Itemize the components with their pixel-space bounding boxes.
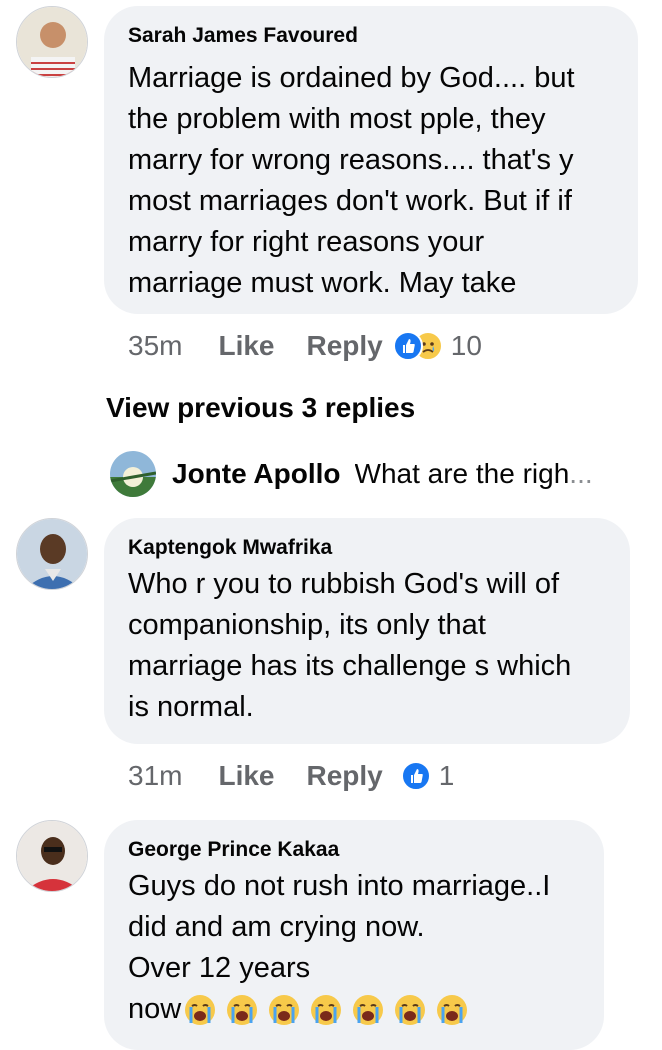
comment-actions: 31m Like Reply 1 bbox=[128, 760, 454, 792]
comment-author[interactable]: Sarah James Favoured bbox=[128, 24, 358, 48]
loudly-crying-face-icon bbox=[395, 995, 426, 1026]
comment-line: the problem with most pple, they bbox=[128, 103, 546, 135]
comment-author[interactable]: Kaptengok Mwafrika bbox=[128, 536, 332, 560]
comment-bubble: Kaptengok Mwafrika Who r you to rubbish … bbox=[104, 518, 630, 744]
comment-line: marriage must work. May take bbox=[128, 267, 517, 299]
like-icon bbox=[392, 331, 423, 361]
loudly-crying-face-icon bbox=[185, 995, 216, 1026]
reaction-summary[interactable]: 1 bbox=[400, 760, 455, 792]
comment-timestamp[interactable]: 35m bbox=[128, 330, 182, 362]
reply-snippet: What are the righ bbox=[354, 458, 570, 489]
comment-actions: 35m Like Reply 10 bbox=[128, 330, 482, 362]
comment-line: Over 12 years bbox=[128, 952, 311, 984]
comment-text: Who r you to rubbish God's will of compa… bbox=[128, 564, 571, 728]
comment-line: marry for right reasons your bbox=[128, 226, 485, 258]
reply-author[interactable]: Jonte Apollo bbox=[172, 458, 341, 490]
comment-bubble: Sarah James Favoured Marriage is ordaine… bbox=[104, 6, 638, 314]
like-button[interactable]: Like bbox=[218, 760, 274, 792]
like-button[interactable]: Like bbox=[218, 330, 274, 362]
comment-line: did and am crying now. bbox=[128, 911, 425, 943]
reply-button[interactable]: Reply bbox=[307, 760, 383, 792]
avatar-jonte-apollo[interactable] bbox=[110, 451, 156, 497]
comment-text: Guys do not rush into marriage..I did an… bbox=[128, 866, 550, 1030]
loudly-crying-face-icon bbox=[353, 995, 384, 1026]
comment-author[interactable]: George Prince Kakaa bbox=[128, 838, 339, 862]
loudly-crying-face-icon bbox=[311, 995, 342, 1026]
avatar-kaptengok[interactable] bbox=[16, 518, 88, 590]
comment-line: companionship, its only that bbox=[128, 609, 486, 641]
reply-preview[interactable]: Jonte Apollo What are the righ ... bbox=[110, 451, 640, 497]
avatar-george-prince[interactable] bbox=[16, 820, 88, 892]
loudly-crying-face-icon bbox=[437, 995, 468, 1026]
comment-line: marry for wrong reasons.... that's y bbox=[128, 144, 574, 176]
avatar-sarah-james[interactable] bbox=[16, 6, 88, 78]
comment-bubble: George Prince Kakaa Guys do not rush int… bbox=[104, 820, 604, 1050]
reply-ellipsis: ... bbox=[569, 458, 593, 489]
comment-line: now bbox=[128, 989, 550, 1030]
loudly-crying-face-icon bbox=[269, 995, 300, 1026]
comment-line: Guys do not rush into marriage..I bbox=[128, 870, 551, 902]
comment-word: now bbox=[128, 993, 182, 1025]
comment-line: most marriages don't work. But if if bbox=[128, 185, 572, 217]
comment-line: marriage has its challenge s which bbox=[128, 650, 572, 682]
reaction-summary[interactable]: 10 bbox=[392, 330, 482, 362]
comment-line: Who r you to rubbish God's will of bbox=[128, 568, 560, 600]
reply-button[interactable]: Reply bbox=[307, 330, 383, 362]
comment-line: Marriage is ordained by God.... but bbox=[128, 62, 575, 94]
reaction-count: 1 bbox=[438, 760, 455, 791]
crying-emoji-row bbox=[183, 993, 469, 1027]
comment-timestamp[interactable]: 31m bbox=[128, 760, 182, 792]
like-icon bbox=[400, 761, 431, 791]
avatar-image bbox=[17, 7, 87, 77]
comment-text: Marriage is ordained by God.... but the … bbox=[128, 58, 575, 304]
loudly-crying-face-icon bbox=[227, 995, 258, 1026]
comment-line: is normal. bbox=[128, 691, 254, 723]
reaction-count: 10 bbox=[450, 330, 482, 361]
view-previous-replies-link[interactable]: View previous 3 replies bbox=[106, 392, 415, 424]
